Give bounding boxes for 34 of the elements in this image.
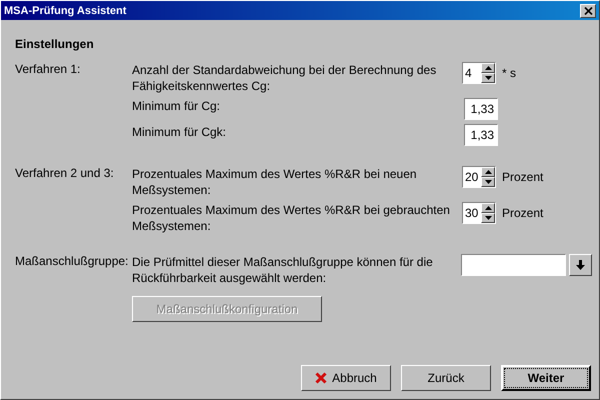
setting-description: Die Prüfmittel dieser Maßanschlußgruppe können für die Rückführbarkeit ausgewählt werden: [132,254,434,286]
close-icon [584,6,592,14]
number-field[interactable]: 1,33 [464,98,498,120]
setting-description: Minimum für Cgk: [132,124,228,140]
dropdown-button[interactable] [569,254,592,276]
x-icon [315,372,328,384]
up-arrow-icon [484,66,492,70]
spin-field[interactable]: 30 [462,202,496,224]
spin-field[interactable]: 20 [462,166,496,188]
window-title: MSA-Prüfung Assistent [4,4,126,16]
setting-description: Anzahl der Standardabweichung bei der Berechnung des Fähigkeitskennwertes Cg: [132,62,438,94]
group-label: Maßanschlußgruppe: [15,254,128,268]
close-button[interactable] [580,4,596,18]
group-field[interactable] [461,254,566,276]
group-label: Verfahren 2 und 3: [15,166,114,180]
up-arrow-icon [484,170,492,174]
setting-description: Prozentuales Maximum des Wertes %R&R bei gebrauchten Meßsystemen: [132,202,451,234]
setting-description: Minimum für Cg: [132,98,222,114]
down-arrow-icon [484,216,492,220]
down-arrow-icon [484,180,492,184]
wizard-button[interactable]: Weiter [501,365,591,391]
unit-label: Prozent [502,206,544,220]
unit-label: Prozent [502,170,544,184]
cancel-button[interactable]: Abbruch [301,365,391,391]
section-heading: Einstellungen [15,37,95,51]
group-label: Verfahren 1: [15,62,80,76]
unit-label: * s [502,66,516,80]
wizard-button[interactable]: Zurück [401,365,491,391]
spin-field[interactable]: 4 [462,62,496,84]
down-arrow-icon [484,76,492,80]
setting-description: Prozentuales Maximum des Wertes %R&R bei neuen Meßsystemen: [132,166,418,198]
down-arrow-icon [576,260,585,270]
number-field[interactable]: 1,33 [464,124,498,146]
up-arrow-icon [484,206,492,210]
